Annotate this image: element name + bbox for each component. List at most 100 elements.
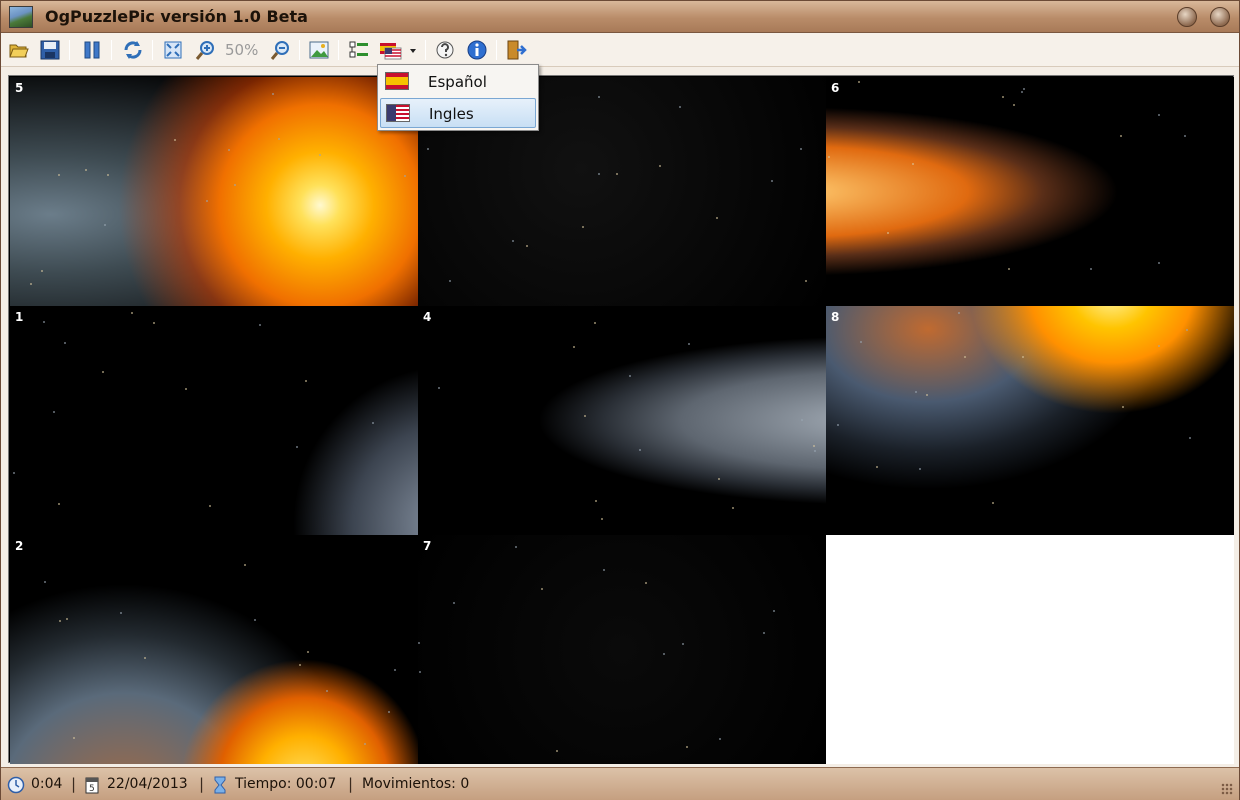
star-dot	[319, 154, 321, 156]
star-dot	[584, 415, 586, 417]
pause-icon[interactable]	[80, 38, 104, 62]
star-dot	[394, 669, 396, 671]
puzzle-tile-1[interactable]: 1	[10, 306, 418, 535]
tile-number: 6	[831, 81, 840, 95]
star-dot	[209, 505, 211, 507]
star-dot	[185, 388, 187, 390]
star-dot	[556, 750, 558, 752]
language-flag-icon[interactable]	[378, 38, 418, 62]
image-icon[interactable]	[307, 38, 331, 62]
star-dot	[813, 445, 815, 447]
star-dot	[800, 148, 802, 150]
star-dot	[679, 106, 681, 108]
star-dot	[1023, 88, 1025, 90]
star-dot	[449, 280, 451, 282]
menu-item-label: Español	[428, 73, 487, 91]
star-dot	[719, 738, 721, 740]
star-dot	[541, 588, 543, 590]
star-dot	[1013, 104, 1015, 106]
star-dot	[515, 546, 517, 548]
menu-item-ingles[interactable]: Ingles	[380, 98, 536, 128]
star-dot	[964, 356, 966, 358]
star-dot	[801, 419, 803, 421]
app-window: OgPuzzlePic versión 1.0 Beta 50% 5 6 1 4…	[0, 0, 1240, 800]
puzzle-tile-4[interactable]: 4	[418, 306, 826, 535]
star-dot	[639, 449, 641, 451]
fit-screen-icon[interactable]	[161, 38, 185, 62]
help-icon[interactable]	[433, 38, 457, 62]
puzzle-tile-8[interactable]: 8	[826, 306, 1234, 535]
close-button[interactable]	[1210, 7, 1230, 27]
menu-item-label: Ingles	[429, 105, 474, 123]
star-dot	[594, 322, 596, 324]
star-dot	[876, 466, 878, 468]
title-bar[interactable]: OgPuzzlePic versión 1.0 Beta	[1, 1, 1239, 33]
star-dot	[598, 173, 600, 175]
list-icon[interactable]	[347, 38, 371, 62]
tile-number: 5	[15, 81, 24, 95]
puzzle-tile-5[interactable]: 5	[10, 77, 418, 306]
star-dot	[1022, 356, 1024, 358]
star-dot	[66, 618, 68, 620]
star-dot	[1184, 135, 1186, 137]
star-dot	[732, 507, 734, 509]
star-dot	[1122, 406, 1124, 408]
current-date: 22/04/2013	[107, 776, 188, 792]
star-dot	[107, 174, 109, 176]
star-dot	[64, 342, 66, 344]
usa-flag-icon	[386, 104, 410, 122]
puzzle-tile-6[interactable]: 6	[826, 77, 1234, 306]
minimize-button[interactable]	[1177, 7, 1197, 27]
star-dot	[686, 746, 688, 748]
open-folder-icon[interactable]	[7, 38, 31, 62]
save-icon[interactable]	[38, 38, 62, 62]
star-dot	[254, 619, 256, 621]
window-title: OgPuzzlePic versión 1.0 Beta	[45, 7, 308, 26]
calendar-icon: 5	[85, 776, 99, 795]
puzzle-tile-7[interactable]: 7	[418, 535, 826, 764]
clock-icon	[7, 776, 25, 795]
status-separator: |	[199, 775, 205, 793]
star-dot	[44, 581, 46, 583]
menu-item-espanol[interactable]: Español	[380, 67, 536, 97]
hourglass-icon	[213, 776, 227, 795]
puzzle-empty-slot[interactable]	[826, 535, 1234, 764]
star-dot	[234, 184, 236, 186]
star-dot	[915, 391, 917, 393]
star-dot	[102, 371, 104, 373]
tile-number: 4	[423, 310, 432, 324]
tile-number: 8	[831, 310, 840, 324]
star-dot	[326, 690, 328, 692]
puzzle-tile-2[interactable]: 2	[10, 535, 418, 764]
move-counter: Movimientos: 0	[362, 776, 470, 792]
zoom-level: 50%	[225, 41, 259, 59]
star-dot	[926, 394, 928, 396]
star-dot	[1021, 91, 1023, 93]
star-dot	[174, 139, 176, 141]
star-dot	[59, 620, 61, 622]
star-dot	[958, 312, 960, 314]
star-dot	[272, 93, 274, 95]
toolbar: 50%	[1, 33, 1239, 67]
zoom-in-icon[interactable]	[194, 38, 218, 62]
zoom-out-icon[interactable]	[269, 38, 293, 62]
star-dot	[307, 651, 309, 653]
star-dot	[663, 653, 665, 655]
star-dot	[526, 245, 528, 247]
resize-grip[interactable]	[1221, 783, 1233, 795]
puzzle-board: 5 6 1 4 8 2 7	[8, 75, 1234, 764]
refresh-icon[interactable]	[121, 38, 145, 62]
star-dot	[1189, 437, 1191, 439]
star-dot	[616, 173, 618, 175]
exit-icon[interactable]	[504, 38, 528, 62]
star-dot	[682, 643, 684, 645]
star-dot	[296, 446, 298, 448]
star-dot	[595, 500, 597, 502]
info-icon[interactable]	[465, 38, 489, 62]
status-separator: |	[71, 775, 77, 793]
star-dot	[771, 180, 773, 182]
star-dot	[1158, 345, 1160, 347]
star-dot	[1120, 135, 1122, 137]
star-dot	[58, 174, 60, 176]
star-dot	[244, 564, 246, 566]
